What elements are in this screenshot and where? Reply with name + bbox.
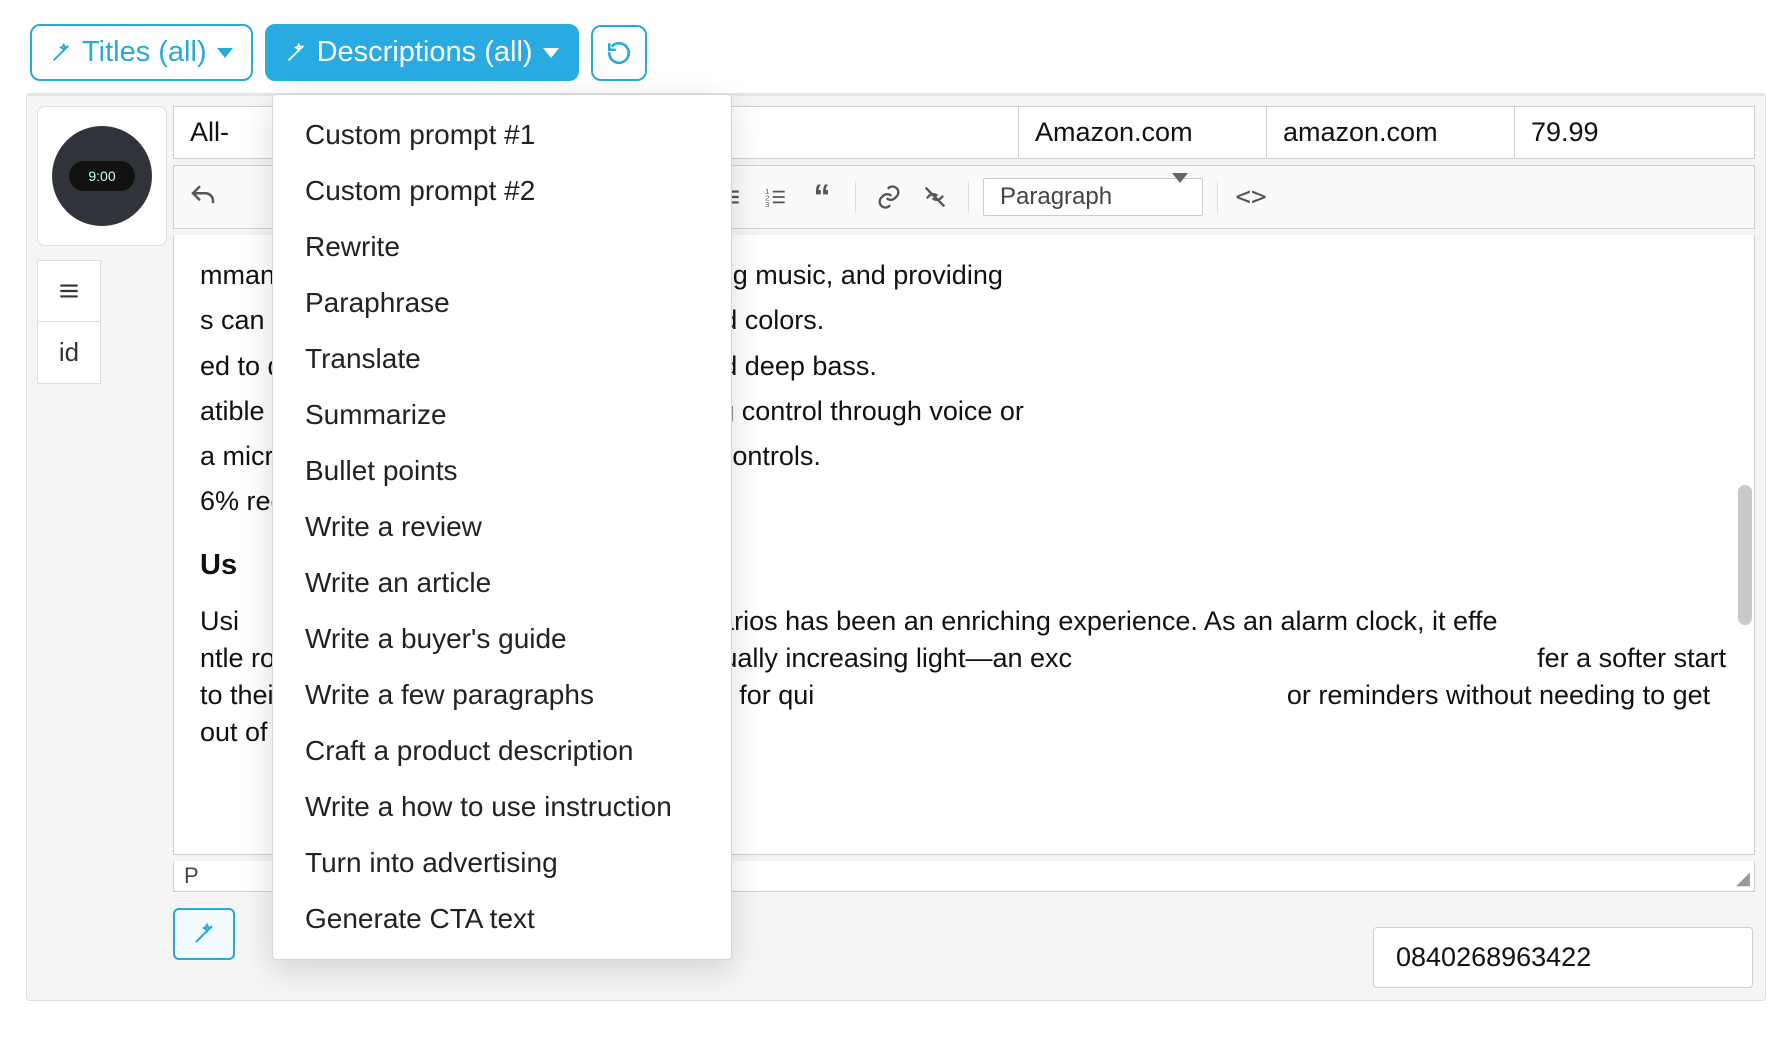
domain-input[interactable]: amazon.com bbox=[1267, 106, 1515, 159]
dropdown-item-rewrite[interactable]: Rewrite bbox=[273, 219, 731, 275]
titles-all-button[interactable]: Titles (all) bbox=[30, 24, 253, 81]
wand-icon bbox=[192, 922, 216, 946]
refresh-icon bbox=[606, 40, 632, 66]
refresh-button[interactable] bbox=[591, 25, 647, 81]
dropdown-item-product-description[interactable]: Craft a product description bbox=[273, 723, 731, 779]
barcode-input[interactable]: 0840268963422 bbox=[1373, 927, 1753, 988]
brand-input[interactable]: Amazon.com bbox=[1019, 106, 1267, 159]
editor-scrollbar-thumb[interactable] bbox=[1738, 485, 1752, 625]
dropdown-item-paraphrase[interactable]: Paraphrase bbox=[273, 275, 731, 331]
format-select[interactable]: Paragraph bbox=[983, 178, 1203, 216]
unlink-button[interactable] bbox=[916, 178, 954, 216]
product-thumbnail[interactable]: 9:00 bbox=[37, 106, 167, 246]
dropdown-item-custom-2[interactable]: Custom prompt #2 bbox=[273, 163, 731, 219]
format-select-label: Paragraph bbox=[1000, 183, 1112, 211]
dropdown-item-few-paragraphs[interactable]: Write a few paragraphs bbox=[273, 667, 731, 723]
descriptions-dropdown[interactable]: Custom prompt #1 Custom prompt #2 Rewrit… bbox=[272, 94, 732, 960]
dropdown-item-buyers-guide[interactable]: Write a buyer's guide bbox=[273, 611, 731, 667]
chevron-down-icon bbox=[1172, 183, 1188, 211]
id-label: id bbox=[59, 337, 79, 368]
dropdown-item-translate[interactable]: Translate bbox=[273, 331, 731, 387]
device-image: 9:00 bbox=[52, 126, 152, 226]
editor-path-text: P bbox=[184, 863, 199, 888]
link-button[interactable] bbox=[870, 178, 908, 216]
wand-icon bbox=[50, 42, 72, 64]
ai-generate-button[interactable] bbox=[173, 908, 235, 960]
dropdown-item-cta-text[interactable]: Generate CTA text bbox=[273, 891, 731, 947]
dropdown-item-custom-1[interactable]: Custom prompt #1 bbox=[273, 107, 731, 163]
blockquote-button[interactable]: “ bbox=[803, 178, 841, 216]
descriptions-all-button[interactable]: Descriptions (all) bbox=[265, 24, 579, 81]
chevron-down-icon bbox=[217, 48, 233, 58]
dropdown-item-bullet-points[interactable]: Bullet points bbox=[273, 443, 731, 499]
device-clock-text: 9:00 bbox=[69, 161, 135, 191]
wand-icon bbox=[285, 42, 307, 64]
resize-grip-icon[interactable]: ◢ bbox=[1736, 868, 1750, 889]
svg-text:3: 3 bbox=[765, 200, 769, 209]
dropdown-item-write-article[interactable]: Write an article bbox=[273, 555, 731, 611]
dropdown-item-how-to-use[interactable]: Write a how to use instruction bbox=[273, 779, 731, 835]
dropdown-item-advertising[interactable]: Turn into advertising bbox=[273, 835, 731, 891]
chevron-down-icon bbox=[543, 48, 559, 58]
hamburger-icon bbox=[56, 278, 82, 304]
id-cell[interactable]: id bbox=[37, 322, 101, 384]
dropdown-item-write-review[interactable]: Write a review bbox=[273, 499, 731, 555]
dropdown-item-summarize[interactable]: Summarize bbox=[273, 387, 731, 443]
price-input[interactable]: 79.99 bbox=[1515, 106, 1755, 159]
source-code-button[interactable]: <> bbox=[1232, 178, 1270, 216]
titles-all-label: Titles (all) bbox=[82, 36, 207, 69]
ordered-list-button[interactable]: 123 bbox=[757, 178, 795, 216]
drag-handle-button[interactable] bbox=[37, 260, 101, 322]
undo-button[interactable] bbox=[184, 178, 222, 216]
descriptions-all-label: Descriptions (all) bbox=[317, 36, 533, 69]
